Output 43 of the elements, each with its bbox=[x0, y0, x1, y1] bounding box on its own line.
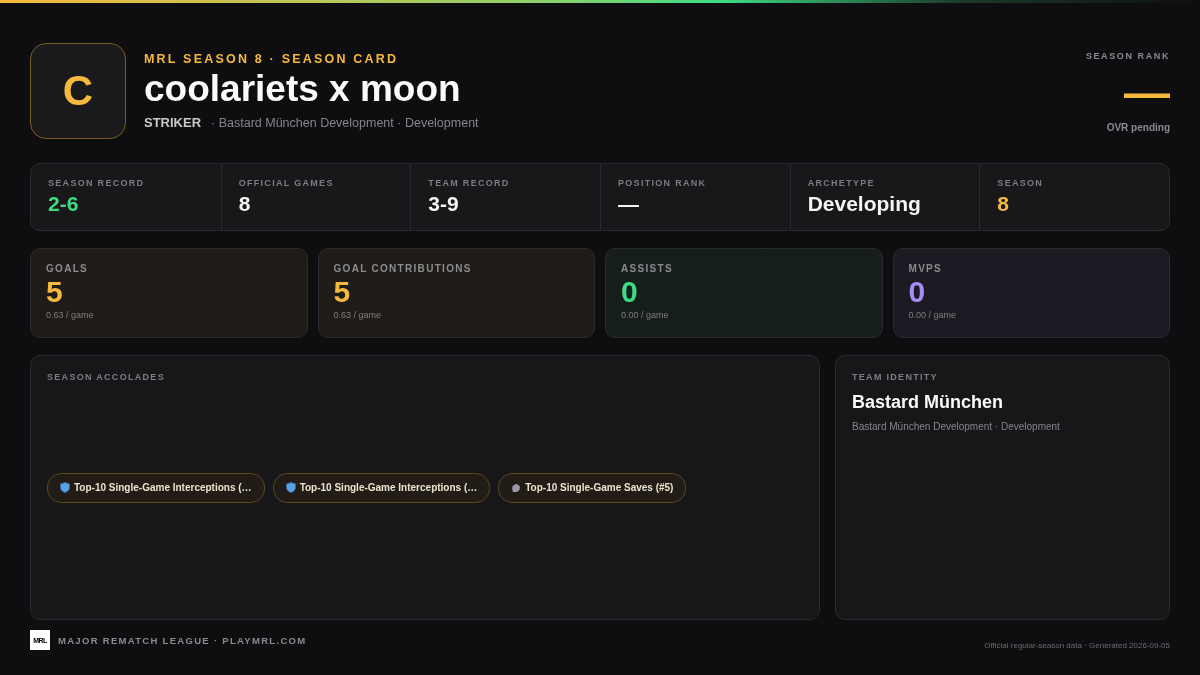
card-eyebrow: MRL SEASON 8 · SEASON CARD bbox=[144, 52, 400, 67]
stat-value: 5 bbox=[333, 274, 352, 310]
player-position: STRIKER bbox=[144, 114, 202, 130]
stat-value: 0 bbox=[621, 274, 639, 310]
accolade-chip: Top-10 Single-Game Saves (#5) bbox=[498, 472, 687, 503]
summary-label: SEASON bbox=[997, 178, 1045, 188]
stat-label: ASSISTS bbox=[621, 263, 674, 274]
stat-rate: 0.63 / game bbox=[333, 310, 383, 320]
accolade-chip: Top-10 Single-Game Interceptions (… bbox=[272, 472, 491, 503]
team-name: Bastard München bbox=[852, 392, 1005, 413]
stat-rate: 0.00 / game bbox=[621, 310, 670, 320]
stat-label: GOAL CONTRIBUTIONS bbox=[333, 263, 473, 274]
summary-label: OFFICIAL GAMES bbox=[238, 178, 335, 188]
stat-value: 0 bbox=[908, 274, 927, 310]
stat-rate: 0.63 / game bbox=[46, 310, 95, 320]
summary-value: 8 bbox=[997, 192, 1010, 216]
stat-label: GOALS bbox=[46, 263, 90, 274]
player-team: · Bastard München Development · Development bbox=[211, 115, 479, 130]
summary-label: SEASON RECORD bbox=[48, 178, 146, 188]
summary-value: 2-6 bbox=[48, 192, 80, 216]
rank-label: SEASON RANK bbox=[1085, 51, 1170, 61]
shield-icon bbox=[285, 482, 296, 493]
rank-value: — bbox=[1124, 81, 1170, 102]
summary-value: Developing bbox=[807, 192, 922, 216]
accolade-chip: Top-10 Single-Game Interceptions (… bbox=[47, 472, 265, 503]
stat-value: 5 bbox=[46, 274, 64, 310]
stat-rate: 0.00 / game bbox=[908, 310, 958, 320]
avatar-letter: C bbox=[30, 43, 126, 139]
summary-label: POSITION RANK bbox=[618, 178, 708, 188]
summary-value: 8 bbox=[238, 192, 252, 216]
summary-value: — bbox=[618, 192, 640, 216]
player-name: coolariets x moon bbox=[144, 70, 462, 109]
summary-value: 3-9 bbox=[428, 192, 460, 216]
league-brand: MAJOR REMATCH LEAGUE · PLAYMRL.COM bbox=[58, 634, 308, 646]
summary-label: TEAM RECORD bbox=[428, 178, 511, 188]
team-detail: Bastard München Development · Development bbox=[852, 421, 1061, 432]
summary-label: ARCHETYPE bbox=[807, 178, 876, 188]
shield-icon bbox=[60, 482, 70, 493]
panel-title: TEAM IDENTITY bbox=[852, 372, 939, 382]
rank-note: OVR pending bbox=[1106, 122, 1170, 133]
footer-note: Official regular-season data · Generated 2026-09-05 bbox=[984, 640, 1170, 650]
panel-title: SEASON ACCOLADES bbox=[47, 372, 166, 382]
stat-label: MVPS bbox=[908, 263, 944, 274]
